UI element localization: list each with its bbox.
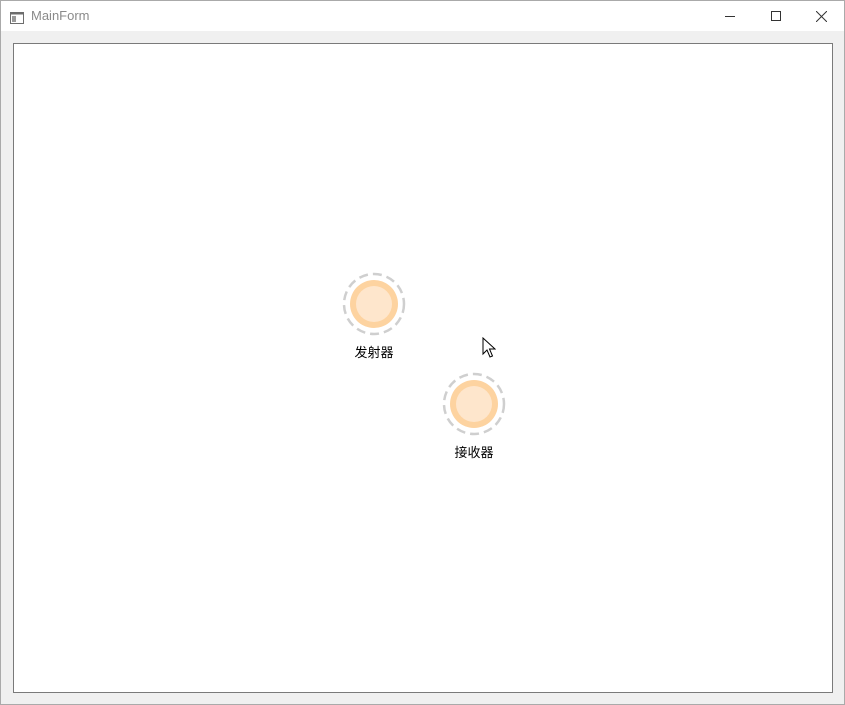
receiver-node[interactable]: 接收器 [434,372,514,462]
title-bar[interactable]: MainForm [1,1,844,31]
minimize-icon [725,11,735,21]
emitter-circle-icon [342,272,406,336]
minimize-button[interactable] [707,1,753,31]
emitter-label: 发射器 [354,346,394,361]
maximize-button[interactable] [753,1,799,31]
close-icon [815,10,827,22]
main-window: MainForm 发射器 接收器 [0,0,845,705]
diagram-canvas[interactable]: 发射器 接收器 [13,43,833,693]
receiver-label: 接收器 [454,446,494,461]
app-icon [10,9,24,24]
mouse-cursor-icon [482,337,496,358]
emitter-node[interactable]: 发射器 [334,272,414,362]
receiver-circle-icon [442,372,506,436]
close-button[interactable] [798,1,844,31]
window-title: MainForm [31,8,90,23]
maximize-icon [771,11,781,21]
